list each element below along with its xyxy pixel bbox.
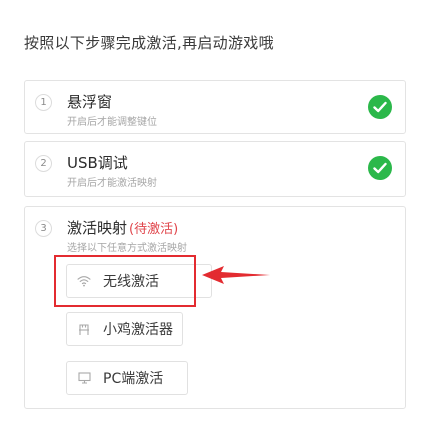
pc-activate-button[interactable]: PC端激活 — [66, 361, 188, 395]
gamepad-adapter-icon — [77, 322, 91, 336]
page-title: 按照以下步骤完成激活,再启动游戏哦 — [24, 34, 274, 52]
step-number: 1 — [35, 94, 52, 111]
xiaoji-activator-label: 小鸡激活器 — [103, 322, 173, 338]
check-icon — [368, 156, 392, 180]
annotation-arrow-icon — [202, 266, 270, 284]
xiaoji-activator-button[interactable]: 小鸡激活器 — [66, 312, 183, 346]
wireless-activate-label: 无线激活 — [103, 274, 159, 290]
wifi-icon — [77, 274, 91, 288]
step-card-activate-mapping: 3 激活映射 (待激活) 选择以下任意方式激活映射 无线激活 小鸡激活器 PC端… — [24, 206, 406, 409]
step-number: 2 — [35, 155, 52, 172]
step-title: 激活映射 (待激活) — [67, 217, 178, 238]
step-card-floating-window: 1 悬浮窗 开启后才能调整键位 — [24, 80, 406, 134]
pc-activate-label: PC端激活 — [103, 371, 164, 387]
step-title-text: 激活映射 — [67, 219, 128, 237]
step-title: USB调试 — [67, 154, 128, 172]
wireless-activate-button[interactable]: 无线激活 — [66, 264, 212, 298]
step-subtitle: 选择以下任意方式激活映射 — [67, 243, 187, 254]
step-number: 3 — [35, 220, 52, 237]
step-subtitle: 开启后才能调整键位 — [67, 117, 157, 128]
monitor-icon — [77, 371, 91, 385]
pending-status-label: (待激活) — [129, 222, 179, 237]
step-title: 悬浮窗 — [67, 93, 113, 111]
step-card-usb-debugging: 2 USB调试 开启后才能激活映射 — [24, 141, 406, 197]
check-icon — [368, 95, 392, 119]
step-subtitle: 开启后才能激活映射 — [67, 178, 157, 189]
